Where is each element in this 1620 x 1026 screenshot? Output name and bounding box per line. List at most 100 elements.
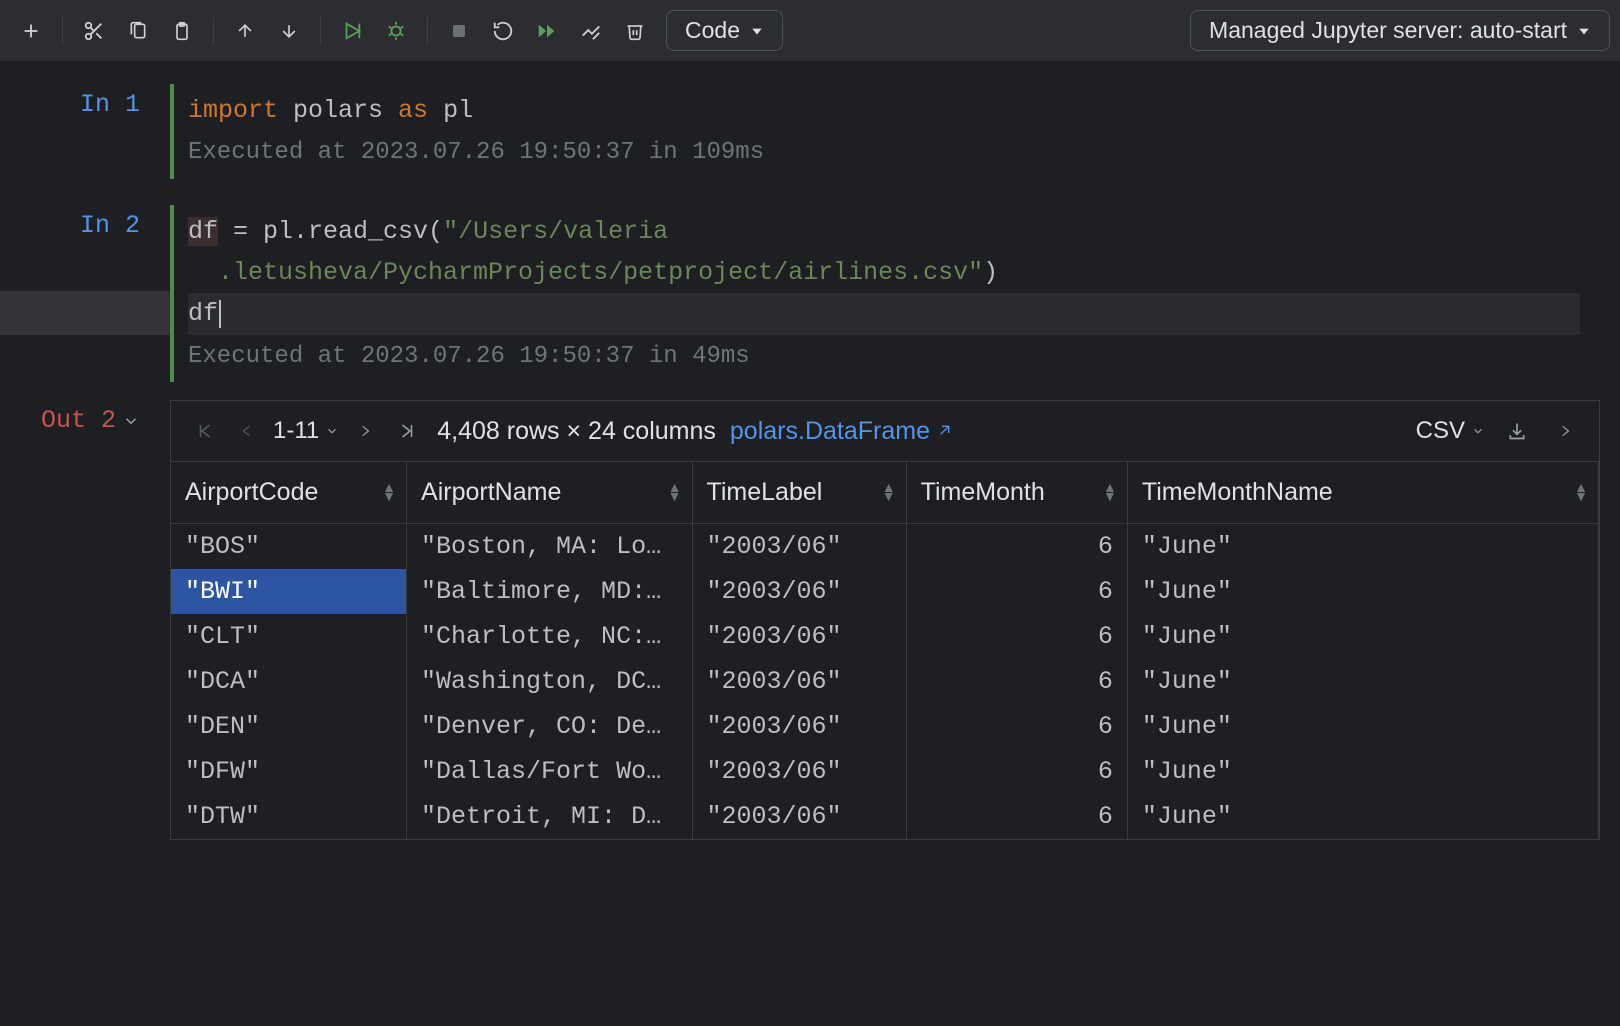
table-cell[interactable]: "June" [1127, 749, 1598, 794]
column-header[interactable]: TimeMonth▲▼ [906, 462, 1127, 524]
table-cell[interactable]: "2003/06" [692, 659, 906, 704]
table-cell[interactable]: 6 [906, 749, 1127, 794]
table-cell[interactable]: 6 [906, 614, 1127, 659]
table-cell[interactable]: 6 [906, 569, 1127, 614]
table-cell[interactable]: "June" [1127, 524, 1598, 570]
table-cell[interactable]: "2003/06" [692, 794, 906, 839]
column-header[interactable]: AirportCode▲▼ [171, 462, 407, 524]
cell-in-2[interactable]: In 2 df = pl.read_csv("/Users/valeria .l… [0, 205, 1620, 382]
table-cell[interactable]: "CLT" [171, 614, 407, 659]
sort-icon[interactable]: ▲▼ [882, 483, 896, 503]
table-cell[interactable]: "DEN" [171, 704, 407, 749]
table-cell[interactable]: 6 [906, 659, 1127, 704]
clear-output-button[interactable] [570, 10, 612, 52]
page-last-button[interactable] [391, 415, 423, 447]
table-cell[interactable]: "Detroit, MI: D… [407, 794, 693, 839]
cell-in-1[interactable]: In 1 import polars as pl Executed at 202… [0, 84, 1620, 179]
dataframe-type-link[interactable]: polars.DataFrame [730, 417, 952, 446]
code-editor-2[interactable]: df = pl.read_csv("/Users/valeria .letush… [170, 205, 1580, 382]
sort-icon[interactable]: ▲▼ [1103, 483, 1117, 503]
add-cell-button[interactable] [10, 10, 52, 52]
page-first-button[interactable] [189, 415, 221, 447]
move-up-button[interactable] [224, 10, 266, 52]
notebook-body: In 1 import polars as pl Executed at 202… [0, 62, 1620, 840]
table-cell[interactable]: "Washington, DC… [407, 659, 693, 704]
table-cell[interactable]: 6 [906, 704, 1127, 749]
expand-button[interactable] [1549, 415, 1581, 447]
run-button[interactable] [331, 10, 373, 52]
export-format-dropdown[interactable]: CSV [1416, 417, 1485, 445]
dataframe-table[interactable]: AirportCode▲▼AirportName▲▼TimeLabel▲▼Tim… [171, 462, 1599, 839]
jupyter-server-dropdown[interactable]: Managed Jupyter server: auto-start [1190, 10, 1610, 51]
run-all-button[interactable] [526, 10, 568, 52]
separator [62, 17, 63, 45]
table-row[interactable]: "DCA""Washington, DC…"2003/06"6"June" [171, 659, 1599, 704]
column-header[interactable]: TimeLabel▲▼ [692, 462, 906, 524]
code-editor-1[interactable]: import polars as pl Executed at 2023.07.… [170, 84, 1580, 179]
table-cell[interactable]: "June" [1127, 704, 1598, 749]
table-cell[interactable]: "2003/06" [692, 524, 906, 570]
external-link-icon [936, 423, 952, 439]
table-cell[interactable]: "June" [1127, 794, 1598, 839]
copy-button[interactable] [117, 10, 159, 52]
dataframe-dimensions: 4,408 rows × 24 columns [437, 417, 716, 446]
delete-button[interactable] [614, 10, 656, 52]
chevron-down-icon [1471, 424, 1485, 438]
restart-button[interactable] [482, 10, 524, 52]
table-cell[interactable]: "DFW" [171, 749, 407, 794]
table-row[interactable]: "BOS""Boston, MA: Lo…"2003/06"6"June" [171, 524, 1599, 570]
page-next-button[interactable] [349, 415, 381, 447]
table-cell[interactable]: "June" [1127, 614, 1598, 659]
table-cell[interactable]: "2003/06" [692, 569, 906, 614]
table-cell[interactable]: "BOS" [171, 524, 407, 570]
table-row[interactable]: "CLT""Charlotte, NC:…"2003/06"6"June" [171, 614, 1599, 659]
paste-button[interactable] [161, 10, 203, 52]
table-row[interactable]: "DEN""Denver, CO: De…"2003/06"6"June" [171, 704, 1599, 749]
table-cell[interactable]: "BWI" [171, 569, 407, 614]
table-cell[interactable]: 6 [906, 524, 1127, 570]
separator [213, 17, 214, 45]
table-cell[interactable]: "Boston, MA: Lo… [407, 524, 693, 570]
table-row[interactable]: "DTW""Detroit, MI: D…"2003/06"6"June" [171, 794, 1599, 839]
sort-icon[interactable]: ▲▼ [382, 483, 396, 503]
server-label: Managed Jupyter server: auto-start [1209, 17, 1567, 44]
cell-type-label: Code [685, 17, 740, 44]
exec-time-1: Executed at 2023.07.26 19:50:37 in 109ms [188, 131, 1580, 173]
page-indicator[interactable]: 1-11 [273, 417, 339, 445]
table-cell[interactable]: "DTW" [171, 794, 407, 839]
prompt-out-2: Out 2 [0, 400, 170, 435]
chevron-down-icon[interactable] [122, 412, 140, 430]
move-down-button[interactable] [268, 10, 310, 52]
table-cell[interactable]: "June" [1127, 569, 1598, 614]
sort-icon[interactable]: ▲▼ [668, 483, 682, 503]
table-row[interactable]: "BWI""Baltimore, MD:…"2003/06"6"June" [171, 569, 1599, 614]
sort-icon[interactable]: ▲▼ [1574, 483, 1588, 503]
table-cell[interactable]: "Charlotte, NC:… [407, 614, 693, 659]
table-cell[interactable]: "Baltimore, MD:… [407, 569, 693, 614]
separator [320, 17, 321, 45]
stop-button[interactable] [438, 10, 480, 52]
cell-out-2: Out 2 1-11 [0, 400, 1620, 840]
cut-button[interactable] [73, 10, 115, 52]
exec-time-2: Executed at 2023.07.26 19:50:37 in 49ms [188, 335, 1580, 377]
table-cell[interactable]: 6 [906, 794, 1127, 839]
debug-button[interactable] [375, 10, 417, 52]
page-prev-button[interactable] [231, 415, 263, 447]
dataframe-panel: 1-11 4,408 rows × 24 columns polars.Data… [170, 400, 1600, 840]
table-cell[interactable]: "Dallas/Fort Wo… [407, 749, 693, 794]
cell-type-dropdown[interactable]: Code [666, 10, 783, 51]
column-header[interactable]: TimeMonthName▲▼ [1127, 462, 1598, 524]
table-row[interactable]: "DFW""Dallas/Fort Wo…"2003/06"6"June" [171, 749, 1599, 794]
table-cell[interactable]: "2003/06" [692, 704, 906, 749]
text-cursor [219, 300, 221, 328]
table-cell[interactable]: "DCA" [171, 659, 407, 704]
column-header[interactable]: AirportName▲▼ [407, 462, 693, 524]
table-cell[interactable]: "June" [1127, 659, 1598, 704]
table-cell[interactable]: "2003/06" [692, 614, 906, 659]
chevron-down-icon [1577, 24, 1591, 38]
table-cell[interactable]: "Denver, CO: De… [407, 704, 693, 749]
table-cell[interactable]: "2003/06" [692, 749, 906, 794]
separator [427, 17, 428, 45]
download-button[interactable] [1501, 415, 1533, 447]
prompt-in-1: In 1 [0, 84, 170, 119]
